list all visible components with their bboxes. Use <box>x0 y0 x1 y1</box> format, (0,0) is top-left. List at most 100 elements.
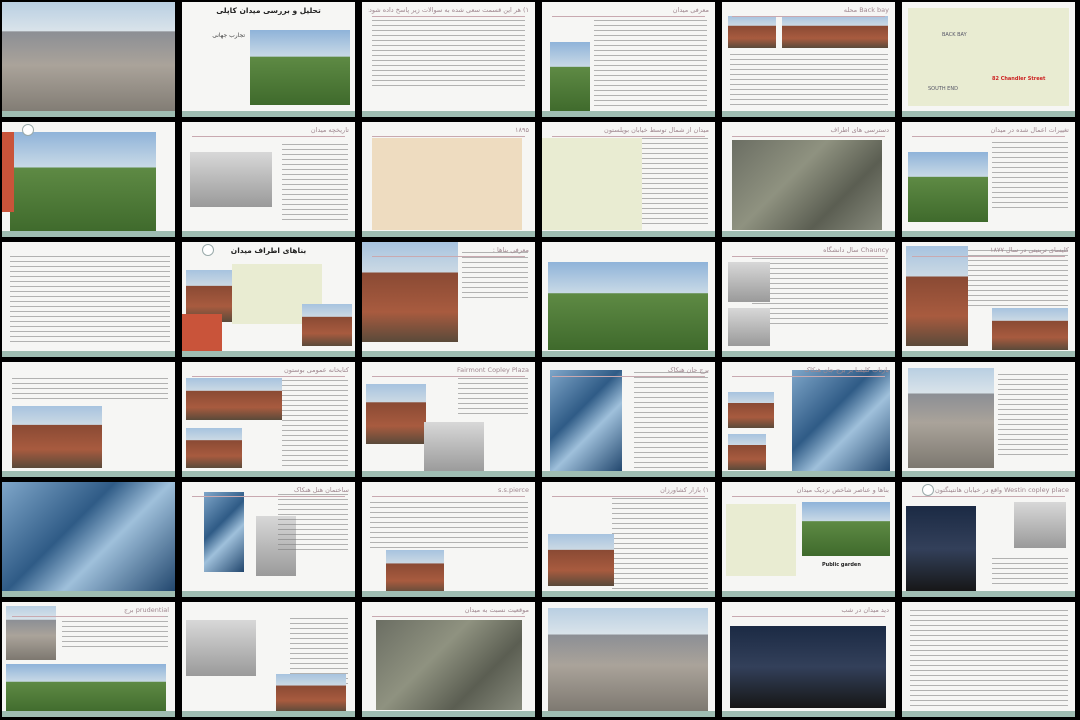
slide-image <box>728 434 766 470</box>
slide-image <box>550 42 590 112</box>
slide-image <box>302 304 352 346</box>
title-underline <box>732 136 885 137</box>
slide-footer-bar <box>362 591 535 597</box>
slide-title: Fairmont Copley Plaza <box>457 366 529 374</box>
slide-footer-bar <box>182 711 355 717</box>
slide-title: کلیسای ترینیتی در سال ۱۸۷۷ <box>990 246 1069 254</box>
slide-decor-circle <box>22 124 34 136</box>
slide-thumbnail-13[interactable] <box>2 242 175 357</box>
slide-thumbnail-25[interactable] <box>2 482 175 597</box>
slide-image <box>376 620 522 710</box>
slide-thumbnail-10[interactable]: میدان از شمال توسط خیابان بویلستون <box>542 122 715 237</box>
slide-thumbnail-30[interactable]: Westin copley place واقع در خیابان هانتی… <box>902 482 1075 597</box>
title-underline <box>552 136 705 137</box>
slide-image <box>362 242 458 342</box>
slide-thumbnail-11[interactable]: دسترسی های اطراف <box>722 122 895 237</box>
slide-thumbnail-4[interactable]: معرفی میدان <box>542 2 715 117</box>
slide-image <box>372 138 522 230</box>
slide-footer-bar <box>182 231 355 237</box>
slide-footer-bar <box>362 231 535 237</box>
slide-image <box>10 132 156 232</box>
slide-title: prudential برج <box>124 606 169 614</box>
title-underline <box>12 616 165 617</box>
slide-thumbnail-7[interactable] <box>2 122 175 237</box>
slide-thumbnail-33[interactable]: موقعیت نسبت به میدان <box>362 602 535 717</box>
slide-thumbnail-3[interactable]: ۱) هر این قسمت سعی شده به سوالات زیر پاس… <box>362 2 535 117</box>
slide-thumbnail-16[interactable] <box>542 242 715 357</box>
slide-thumbnail-21[interactable]: Fairmont Copley Plaza <box>362 362 535 477</box>
slide-decor-circle <box>202 244 214 256</box>
slide-title: معرفی میدان <box>672 6 709 14</box>
slide-footer-bar <box>722 111 895 117</box>
slide-image <box>542 138 642 230</box>
slide-thumbnail-2[interactable]: تحلیل و بررسی میدان کاپلی تجارب جهانی <box>182 2 355 117</box>
slide-thumbnail-28[interactable]: ۱) بازار کشاورزان <box>542 482 715 597</box>
slide-thumbnail-19[interactable] <box>2 362 175 477</box>
slide-thumbnail-34[interactable] <box>542 602 715 717</box>
slide-footer-bar <box>2 591 175 597</box>
slide-title: دید میدان در شب <box>841 606 889 614</box>
title-underline <box>372 256 525 257</box>
slide-title: تغییرات اعمال شده در میدان <box>990 126 1069 134</box>
slide-title: تاریخچه میدان <box>310 126 349 134</box>
map-label-south-end: SOUTH END <box>928 86 958 92</box>
slide-image <box>802 502 890 556</box>
slide-thumbnail-17[interactable]: Chauncy سال دانشگاه <box>722 242 895 357</box>
slide-title: موقعیت نسبت به میدان <box>464 606 529 614</box>
slide-thumbnail-18[interactable]: کلیسای ترینیتی در سال ۱۸۷۷ <box>902 242 1075 357</box>
slide-image <box>6 664 166 714</box>
slide-thumbnail-35[interactable]: دید میدان در شب <box>722 602 895 717</box>
slide-thumbnail-36[interactable] <box>902 602 1075 717</box>
slide-body-text <box>10 256 170 346</box>
title-underline <box>912 136 1065 137</box>
slide-thumbnail-20[interactable]: کتابخانه عمومی بوستون <box>182 362 355 477</box>
slide-thumbnail-31[interactable]: prudential برج <box>2 602 175 717</box>
slide-title: s.s.pierce <box>498 486 529 494</box>
title-underline <box>372 496 525 497</box>
slide-body-text <box>282 144 348 224</box>
slide-thumbnail-12[interactable]: تغییرات اعمال شده در میدان <box>902 122 1075 237</box>
slide-thumbnail-24[interactable] <box>902 362 1075 477</box>
slide-thumbnail-9[interactable]: ۱۸۹۵ <box>362 122 535 237</box>
slide-thumbnail-1[interactable] <box>2 2 175 117</box>
slide-footer-bar <box>542 111 715 117</box>
slide-image <box>726 504 796 576</box>
slide-image <box>908 152 988 222</box>
slide-thumbnail-8[interactable]: تاریخچه میدان <box>182 122 355 237</box>
slide-thumbnail-22[interactable]: برج جان هنکاک <box>542 362 715 477</box>
title-underline <box>732 616 885 617</box>
slide-title: ۱۸۹۵ <box>515 126 529 134</box>
slide-footer-bar <box>2 111 175 117</box>
slide-footer-bar <box>722 351 895 357</box>
slide-title: ۱) بازار کشاورزان <box>660 486 709 494</box>
slide-thumbnail-15[interactable]: معرفی بناها : <box>362 242 535 357</box>
slide-image <box>12 406 102 468</box>
slide-footer-bar <box>902 111 1075 117</box>
slide-image <box>2 482 175 592</box>
slide-title: کتابخانه عمومی بوستون <box>283 366 349 374</box>
slide-image <box>386 550 444 594</box>
slide-subtitle: تجارب جهانی <box>212 32 245 39</box>
slide-thumbnail-32[interactable] <box>182 602 355 717</box>
slide-title: ساختمان هتل هنکاک <box>293 486 349 494</box>
title-underline <box>552 496 705 497</box>
slide-thumbnail-6[interactable]: BACK BAY SOUTH END 82 Chandler Street <box>902 2 1075 117</box>
slide-thumbnail-29[interactable]: بناها و عناصر شاخص نزدیک میدان Public gar… <box>722 482 895 597</box>
slide-thumbnail-14[interactable]: بناهای اطراف میدان <box>182 242 355 357</box>
slide-title: بازتاب کلیسا بر برج جان هنکاک <box>804 366 889 374</box>
slide-thumbnail-27[interactable]: s.s.pierce <box>362 482 535 597</box>
slide-footer-bar <box>722 591 895 597</box>
slide-footer-bar <box>902 591 1075 597</box>
slide-image <box>782 16 888 48</box>
title-underline <box>192 496 345 497</box>
slide-image <box>730 626 886 708</box>
slide-body-text <box>612 498 708 590</box>
title-underline <box>192 376 345 377</box>
slide-footer-bar <box>362 471 535 477</box>
slide-thumbnail-23[interactable]: بازتاب کلیسا بر برج جان هنکاک <box>722 362 895 477</box>
slide-body-text <box>910 610 1068 710</box>
title-underline <box>732 16 885 17</box>
slide-image <box>908 368 994 468</box>
slide-thumbnail-5[interactable]: Back bay محله <box>722 2 895 117</box>
slide-thumbnail-26[interactable]: ساختمان هتل هنکاک <box>182 482 355 597</box>
